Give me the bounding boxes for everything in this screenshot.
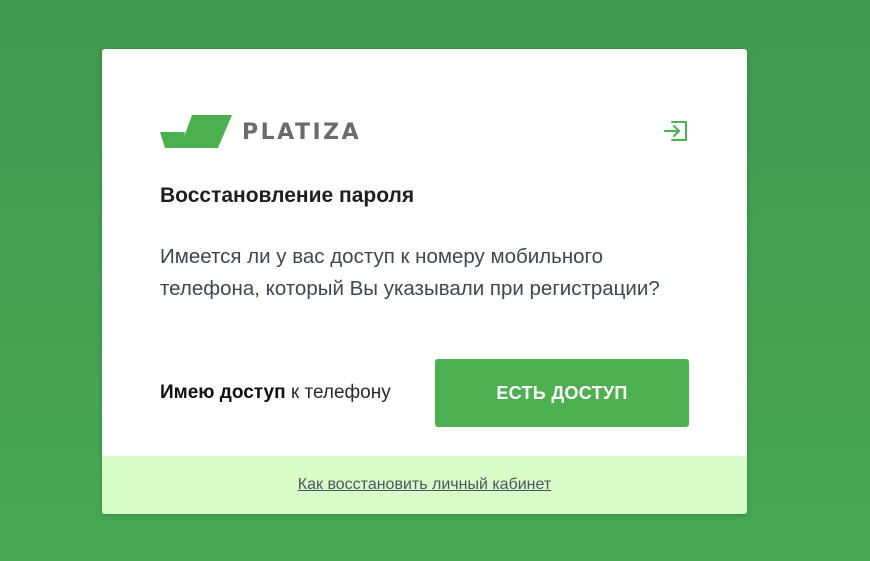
access-question: Имеется ли у вас доступ к номеру мобильн… (160, 245, 660, 300)
footer-bar: Как восстановить личный кабинет (102, 456, 747, 514)
page-title: Восстановление пароля (160, 184, 415, 207)
access-label: Имею доступ к телефону (160, 382, 391, 404)
platiza-logo-text: PLATIZA (242, 119, 362, 145)
platiza-logo: PLATIZA (160, 115, 361, 149)
have-access-button[interactable]: ЕСТЬ ДОСТУП (435, 359, 689, 427)
access-label-strong: Имею доступ (160, 382, 286, 403)
login-icon[interactable] (662, 119, 690, 143)
recover-account-link[interactable]: Как восстановить личный кабинет (298, 476, 551, 494)
password-recovery-card: PLATIZA Восстановление пароля Имеется ли… (102, 49, 747, 514)
platiza-logo-mark (160, 115, 232, 148)
access-label-rest: к телефону (285, 382, 391, 403)
